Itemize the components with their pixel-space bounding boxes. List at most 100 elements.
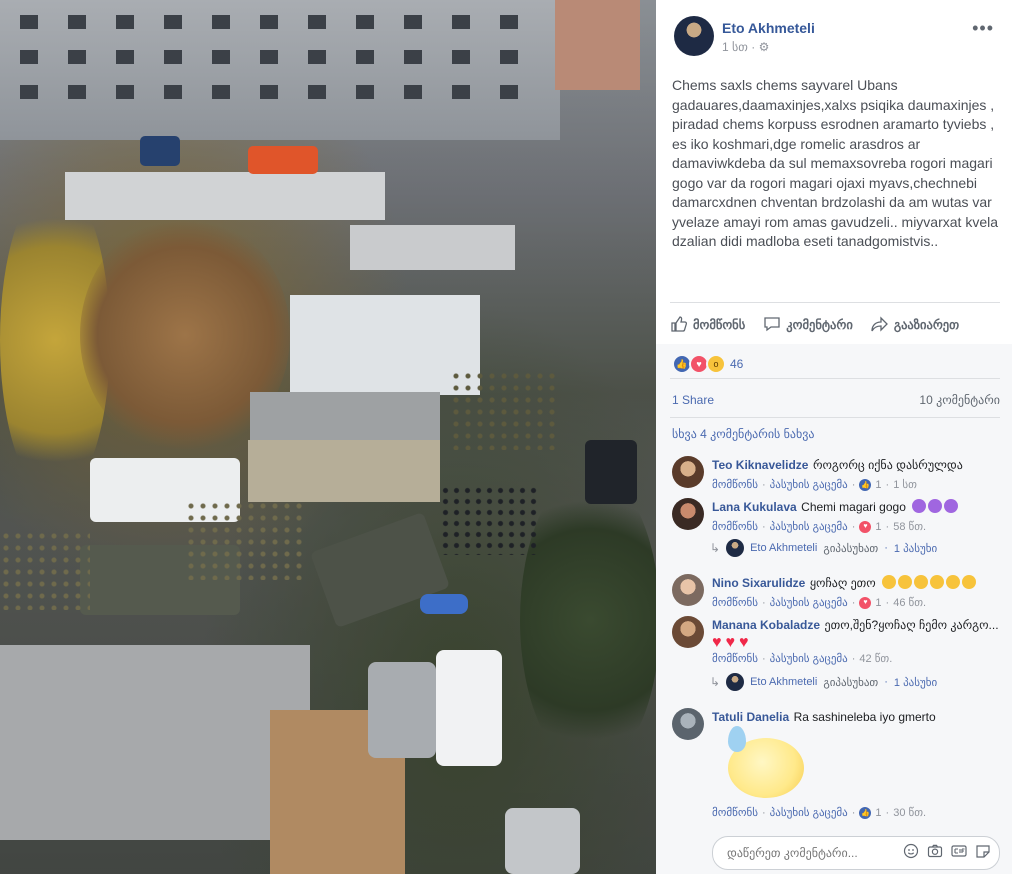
comment-count[interactable]: 10 კომენტარი [919, 393, 1000, 407]
comment-reaction-count[interactable]: 1 [875, 807, 881, 819]
love-reaction-icon: ♥ [859, 596, 872, 609]
sticker-icon[interactable] [975, 843, 991, 859]
commenter-avatar[interactable] [672, 616, 704, 648]
comment-reaction-count[interactable]: 1 [875, 479, 881, 491]
comment-reply-link[interactable]: პასუხის გაცემა [770, 478, 848, 491]
reply-count: 1 პასუხი [893, 676, 938, 689]
comment-actions: მომწონს · პასუხის გაცემა · 42 წთ. [712, 652, 893, 666]
reply-thread-link[interactable]: ↳ Eto Akhmeteli გიპასუხათ · 1 პასუხი [710, 538, 937, 558]
like-label: მომწონს [693, 317, 746, 332]
garage-roof [0, 645, 310, 840]
comment-like-link[interactable]: მომწონს [712, 806, 758, 819]
comment-reply-link[interactable]: პასუხის გაცემა [770, 596, 848, 609]
like-reaction-icon: 👍 [859, 478, 872, 491]
comment-bubble-icon [764, 317, 780, 332]
camera-icon[interactable] [927, 843, 943, 859]
red-car [248, 146, 318, 174]
purple-heart-icon [912, 499, 927, 513]
commenter-name[interactable]: Nino Sixarulidze [712, 576, 805, 590]
post-header: Eto Akhmeteli 1 სთ · ⚙ ••• [674, 16, 994, 58]
comment-input[interactable] [725, 844, 899, 862]
comment-like-link[interactable]: მომწონს [712, 478, 758, 491]
purple-heart-icon [944, 499, 959, 513]
post-actions: მომწონს კომენტარი გააზიარეთ [670, 312, 1000, 336]
composer-icons [903, 843, 991, 859]
kiss-emoji-icon [930, 575, 945, 589]
share-label: გააზიარეთ [893, 317, 960, 332]
reply-thread-link[interactable]: ↳ Eto Akhmeteli გიპასუხათ · 1 პასუხი [710, 672, 937, 692]
silver-car [505, 808, 580, 874]
hearts-emoji-icon: ♥♥♥ [712, 634, 753, 651]
police-group [440, 485, 540, 555]
window-row [20, 15, 540, 29]
like-button[interactable]: მომწონს [670, 312, 745, 336]
dark-suv [585, 440, 637, 504]
sweat-smile-sticker [728, 726, 804, 798]
comment-time[interactable]: 30 წთ. [893, 806, 926, 819]
comment-body: Tatuli Danelia Ra sashineleba iyo gmerto [712, 708, 1002, 726]
garage-roof [350, 225, 515, 270]
comment-body: Nino Sixarulidze ყოჩაღ ეთო მომწონს · პას… [712, 574, 1002, 609]
reply-verb: გიპასუხათ [823, 542, 879, 555]
comment-time[interactable]: 46 წთ. [893, 596, 926, 609]
dark-tree [520, 470, 656, 770]
share-button[interactable]: გააზიარეთ [871, 312, 959, 336]
more-options-icon[interactable]: ••• [972, 18, 994, 39]
comment-time[interactable]: 42 წთ. [859, 652, 892, 665]
comment-body: Teo Kiknavelidze როგორც იქნა დასრულდა მო… [712, 456, 1002, 491]
comment-reply-link[interactable]: პასუხის გაცემა [770, 652, 848, 665]
comment-button[interactable]: კომენტარი [763, 312, 853, 336]
comment-actions: მომწონს · პასუხის გაცემა · 👍 1 · 30 წთ. [712, 806, 927, 819]
garage-wall [248, 440, 440, 502]
thumbs-up-icon [671, 316, 688, 332]
love-reaction-icon: ♥ [859, 520, 872, 533]
comment: Teo Kiknavelidze როგორც იქნა დასრულდა მო… [672, 456, 1002, 496]
commenter-name[interactable]: Lana Kukulava [712, 500, 797, 514]
comment-reply-link[interactable]: პასუხის გაცემა [770, 520, 848, 533]
comment-composer[interactable] [712, 836, 1000, 870]
author-avatar[interactable] [674, 16, 714, 56]
reply-arrow-icon: ↳ [710, 675, 721, 689]
author-name[interactable]: Eto Akhmeteli [722, 20, 815, 36]
comment-reaction-count[interactable]: 1 [875, 597, 881, 609]
commenter-name[interactable]: Manana Kobaladze [712, 618, 820, 632]
divider [670, 417, 1000, 418]
comment-time[interactable]: 1 სთ [893, 478, 917, 491]
post-photo[interactable] [0, 0, 656, 874]
comment-body: Manana Kobaladze ეთო,შენ?ყოჩაღ ჩემო კარგ… [712, 616, 1002, 665]
reply-verb: გიპასუხათ [823, 676, 879, 689]
share-arrow-icon [871, 316, 888, 332]
reaction-summary[interactable]: 👍 ♥ o 46 [672, 354, 743, 374]
replier-name: Eto Akhmeteli [750, 676, 818, 688]
kiss-emoji-icon [882, 575, 897, 589]
reaction-count[interactable]: 46 [730, 357, 743, 371]
divider [670, 302, 1000, 303]
gif-icon[interactable] [951, 843, 967, 859]
globe-icon: ⚙ [758, 40, 770, 54]
blue-car [140, 136, 180, 166]
comment: Nino Sixarulidze ყოჩაღ ეთო მომწონს · პას… [672, 574, 1002, 614]
commenter-avatar[interactable] [672, 708, 704, 740]
post-time[interactable]: 1 სთ [722, 40, 748, 54]
comment-time[interactable]: 58 წთ. [893, 520, 926, 533]
post-text: Chems saxls chems sayvarel Ubans gadauar… [672, 77, 999, 249]
comment-like-link[interactable]: მომწონს [712, 596, 758, 609]
window-row [20, 85, 540, 99]
sweat-drop-icon [728, 726, 746, 752]
replier-avatar [726, 539, 745, 557]
view-more-comments-link[interactable]: სხვა 4 კომენტარის ნახვა [672, 427, 815, 441]
comment-reply-link[interactable]: პასუხის გაცემა [770, 806, 848, 819]
comment-like-link[interactable]: მომწონს [712, 520, 758, 533]
commenter-avatar[interactable] [672, 574, 704, 606]
commenter-name[interactable]: Tatuli Danelia [712, 710, 789, 724]
comment-body: Lana Kukulava Chemi magari gogo მომწონს … [712, 498, 1002, 533]
emoji-icon[interactable] [903, 843, 919, 859]
commenter-name[interactable]: Teo Kiknavelidze [712, 458, 808, 472]
like-reaction-icon: 👍 [859, 806, 872, 819]
commenter-avatar[interactable] [672, 456, 704, 488]
comment-like-link[interactable]: მომწონს [712, 652, 758, 665]
comment-text: როგორც იქნა დასრულდა [812, 458, 963, 472]
commenter-avatar[interactable] [672, 498, 704, 530]
share-count[interactable]: 1 Share [672, 393, 714, 407]
comment-reaction-count[interactable]: 1 [875, 521, 881, 533]
